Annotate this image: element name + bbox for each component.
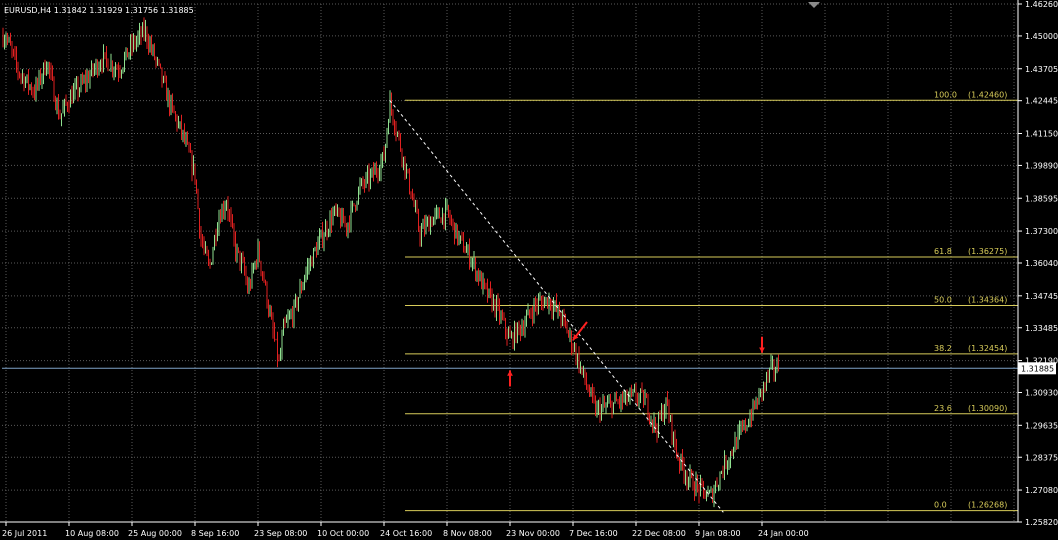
- trend-line[interactable]: [389, 99, 724, 513]
- time-tick-label: 8 Nov 08:00: [443, 529, 492, 538]
- time-tick-label: 9 Jan 08:00: [695, 529, 741, 538]
- price-tick-label: 1.39890: [1025, 161, 1058, 170]
- price-tick-label: 1.38595: [1025, 194, 1058, 203]
- fib-level-price: (1.34364): [968, 295, 1007, 304]
- price-tick-label: 1.42445: [1025, 97, 1058, 106]
- fib-level-price: (1.26268): [968, 501, 1007, 510]
- price-tick-label: 1.41150: [1025, 130, 1058, 139]
- arrow-down-left-icon: [572, 321, 588, 341]
- price-tick-label: 1.28375: [1025, 453, 1058, 462]
- time-tick-label: 22 Dec 08:00: [632, 529, 686, 538]
- price-tick-label: 1.30930: [1025, 389, 1058, 398]
- fib-level-percent: 38.2: [934, 344, 952, 353]
- time-tick-label: 7 Dec 16:00: [569, 529, 618, 538]
- price-tick-label: 1.29635: [1025, 421, 1058, 430]
- grid: [2, 3, 1018, 523]
- time-tick-label: 24 Oct 16:00: [380, 529, 432, 538]
- symbol-header: EURUSD,H4 1.31842 1.31929 1.31756 1.3188…: [4, 6, 194, 15]
- time-tick-label: 10 Aug 08:00: [65, 529, 119, 538]
- fib-level-price: (1.30090): [968, 404, 1007, 413]
- fib-level-percent: 50.0: [934, 295, 952, 304]
- candlesticks: [2, 17, 779, 508]
- price-tick-label: 1.46260: [1025, 0, 1058, 9]
- time-tick-label: 23 Nov 00:00: [506, 529, 560, 538]
- fib-level-percent: 23.6: [934, 404, 952, 413]
- price-tick-label: 1.33485: [1025, 324, 1058, 333]
- price-tick-label: 1.27080: [1025, 486, 1058, 495]
- time-tick-label: 8 Sep 16:00: [191, 529, 239, 538]
- price-tick-label: 1.43705: [1025, 65, 1058, 74]
- time-tick-label: 10 Oct 00:00: [317, 529, 369, 538]
- arrow-down-icon: [759, 336, 765, 353]
- scroll-marker-icon[interactable]: [808, 2, 820, 8]
- time-tick-label: 23 Sep 08:00: [254, 529, 307, 538]
- fib-level-price: (1.32454): [968, 344, 1007, 353]
- time-tick-label: 26 Jul 2011: [2, 529, 47, 538]
- current-price-label: 1.31885: [1021, 364, 1054, 373]
- price-tick-label: 1.34745: [1025, 292, 1058, 301]
- chart-window[interactable]: 100.0 (1.42460) 61.8 (1.36275) 50.0 (1.34364)…: [0, 0, 1058, 540]
- price-tick-label: 1.45000: [1025, 32, 1058, 41]
- time-tick-label: 24 Jan 00:00: [758, 529, 809, 538]
- fib-level-percent: 100.0: [934, 90, 957, 99]
- price-tick-label: 1.25820: [1025, 518, 1058, 527]
- time-tick-label: 25 Aug 00:00: [128, 529, 182, 538]
- price-tick-label: 1.36040: [1025, 259, 1058, 268]
- fib-level-price: (1.42460): [968, 90, 1007, 99]
- fib-level-percent: 0.0: [934, 501, 947, 510]
- fib-level-price: (1.36275): [968, 247, 1007, 256]
- price-chart[interactable]: 100.0 (1.42460) 61.8 (1.36275) 50.0 (1.34364)…: [0, 0, 1058, 540]
- price-tick-label: 1.37300: [1025, 227, 1058, 236]
- fib-level-percent: 61.8: [934, 247, 952, 256]
- arrow-up-icon: [507, 370, 513, 387]
